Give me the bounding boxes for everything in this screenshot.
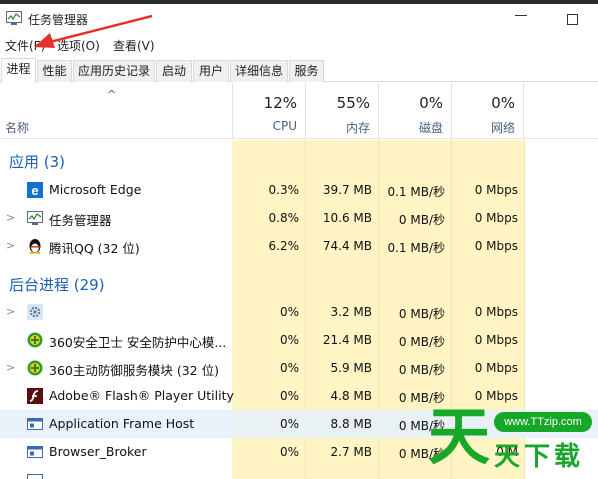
process-cpu: 0%: [279, 445, 299, 459]
menu-file[interactable]: 文件(F): [5, 37, 45, 54]
expand-chevron-icon[interactable]: >: [6, 211, 15, 224]
gear-icon: [27, 304, 43, 320]
table-row[interactable]: > 0% 3.2 MB 0 MB/秒 0 Mbps: [0, 298, 598, 326]
watermark-logo: 天: [428, 400, 491, 473]
column-header-row: ^ 名称 12% CPU 55% 内存 0% 磁盘 0% 网络: [0, 83, 598, 139]
process-network: 0 Mbps: [474, 333, 518, 347]
table-row[interactable]: > 任务管理器 0.8% 10.6 MB 0 MB/秒 0 Mbps: [0, 204, 598, 232]
process-disk: 0 MB/秒: [398, 213, 445, 227]
process-name: Adobe® Flash® Player Utility: [49, 388, 234, 403]
tab-users[interactable]: 用户: [193, 60, 229, 82]
process-cpu: 0%: [279, 361, 299, 375]
process-name: 360安全卫士 安全防护中心模...: [49, 335, 227, 350]
process-name: 任务管理器: [49, 213, 112, 228]
process-name: Application Frame Host: [49, 416, 195, 431]
process-network: 0 Mbps: [474, 361, 518, 375]
process-memory: 4.8 MB: [330, 389, 372, 403]
expand-chevron-icon[interactable]: >: [6, 305, 15, 318]
sort-caret-icon[interactable]: ^: [107, 88, 116, 101]
process-memory: 5.9 MB: [330, 361, 372, 375]
process-memory: 3.2 MB: [330, 305, 372, 319]
expand-chevron-icon[interactable]: >: [6, 361, 15, 374]
tab-details[interactable]: 详细信息: [230, 60, 288, 82]
process-memory: 39.7 MB: [322, 183, 372, 197]
table-row[interactable]: > 360主动防御服务模块 (32 位) 0% 5.9 MB 0 MB/秒 0 …: [0, 354, 598, 382]
column-disk[interactable]: 0% 磁盘: [378, 83, 451, 139]
app-frame-icon: [27, 418, 43, 430]
disk-total: 0%: [419, 94, 443, 112]
process-cpu: 0%: [279, 333, 299, 347]
cpu-total: 12%: [263, 94, 297, 112]
svg-text:e: e: [31, 183, 38, 198]
process-network: 0 Mbps: [474, 305, 518, 319]
process-network: 0 Mbps: [474, 239, 518, 253]
process-name: Microsoft Edge: [49, 182, 142, 197]
memory-label: 内存: [345, 121, 370, 135]
process-disk: 0 MB/秒: [398, 363, 445, 377]
360-shield-icon: [27, 332, 43, 348]
column-name[interactable]: 名称: [5, 119, 29, 136]
process-cpu: 0%: [279, 305, 299, 319]
table-row[interactable]: > 腾讯QQ (32 位) 6.2% 74.4 MB 0.1 MB/秒 0 Mb…: [0, 232, 598, 260]
network-total: 0%: [491, 94, 515, 112]
cpu-label: CPU: [272, 119, 297, 133]
process-cpu: 0.3%: [268, 183, 300, 197]
expand-chevron-icon[interactable]: >: [6, 239, 15, 252]
process-cpu: 6.2%: [268, 239, 300, 253]
process-network: 0 Mbps: [474, 211, 518, 225]
process-name: Browser_Broker: [49, 444, 147, 459]
process-disk: 0.1 MB/秒: [387, 241, 445, 255]
watermark-url: www.TTzip.com: [494, 412, 592, 432]
app-frame-icon: [27, 446, 43, 458]
process-memory: 8.8 MB: [330, 417, 372, 431]
menu-options[interactable]: 选项(O): [57, 37, 100, 54]
group-background-processes[interactable]: 后台进程 (29): [9, 274, 105, 295]
tab-startup[interactable]: 启动: [156, 60, 192, 82]
tab-bar: 进程 性能 应用历史记录 启动 用户 详细信息 服务: [0, 58, 598, 83]
qq-penguin-icon: [29, 239, 41, 254]
menu-view[interactable]: 查看(V): [113, 37, 155, 54]
memory-total: 55%: [336, 94, 370, 112]
table-row[interactable]: Adobe® Flash® Player Utility 0% 4.8 MB 0…: [0, 382, 598, 410]
task-manager-icon: [27, 211, 43, 225]
tab-app-history[interactable]: 应用历史记录: [73, 60, 155, 82]
process-disk: 0 MB/秒: [398, 307, 445, 321]
process-disk: 0.1 MB/秒: [387, 185, 445, 199]
process-cpu: 0%: [279, 417, 299, 431]
menu-bar: 文件(F) 选项(O) 查看(V): [0, 34, 598, 54]
title-bar: 任务管理器: [0, 4, 598, 32]
360-shield-icon: [27, 360, 43, 376]
column-cpu[interactable]: 12% CPU: [232, 83, 305, 139]
task-manager-icon: [6, 11, 22, 25]
process-cpu: 0%: [279, 389, 299, 403]
process-cpu: 0.8%: [268, 211, 300, 225]
column-memory[interactable]: 55% 内存: [305, 83, 378, 139]
tab-processes[interactable]: 进程: [1, 58, 36, 83]
app-frame-icon: [27, 474, 43, 479]
edge-icon: e: [27, 182, 43, 198]
tab-services[interactable]: 服务: [289, 60, 324, 82]
process-name: 360主动防御服务模块 (32 位): [49, 363, 219, 378]
process-disk: 0 MB/秒: [398, 335, 445, 349]
table-row[interactable]: e Microsoft Edge 0.3% 39.7 MB 0.1 MB/秒 0…: [0, 176, 598, 204]
column-network[interactable]: 0% 网络: [451, 83, 524, 139]
flash-icon: [27, 388, 43, 404]
process-memory: 10.6 MB: [322, 211, 372, 225]
group-apps[interactable]: 应用 (3): [9, 151, 65, 172]
table-row[interactable]: 360安全卫士 安全防护中心模... 0% 21.4 MB 0 MB/秒 0 M…: [0, 326, 598, 354]
watermark-text: 天下载: [494, 442, 585, 472]
process-memory: 2.7 MB: [330, 445, 372, 459]
maximize-button[interactable]: [567, 14, 578, 25]
minimize-button[interactable]: [515, 15, 527, 16]
process-network: 0 Mbps: [474, 183, 518, 197]
process-memory: 74.4 MB: [322, 239, 372, 253]
tab-performance[interactable]: 性能: [37, 60, 72, 82]
network-label: 网络: [490, 121, 515, 135]
disk-label: 磁盘: [418, 121, 443, 135]
window-title: 任务管理器: [28, 13, 89, 27]
process-name: 腾讯QQ (32 位): [49, 241, 140, 256]
process-memory: 21.4 MB: [322, 333, 372, 347]
